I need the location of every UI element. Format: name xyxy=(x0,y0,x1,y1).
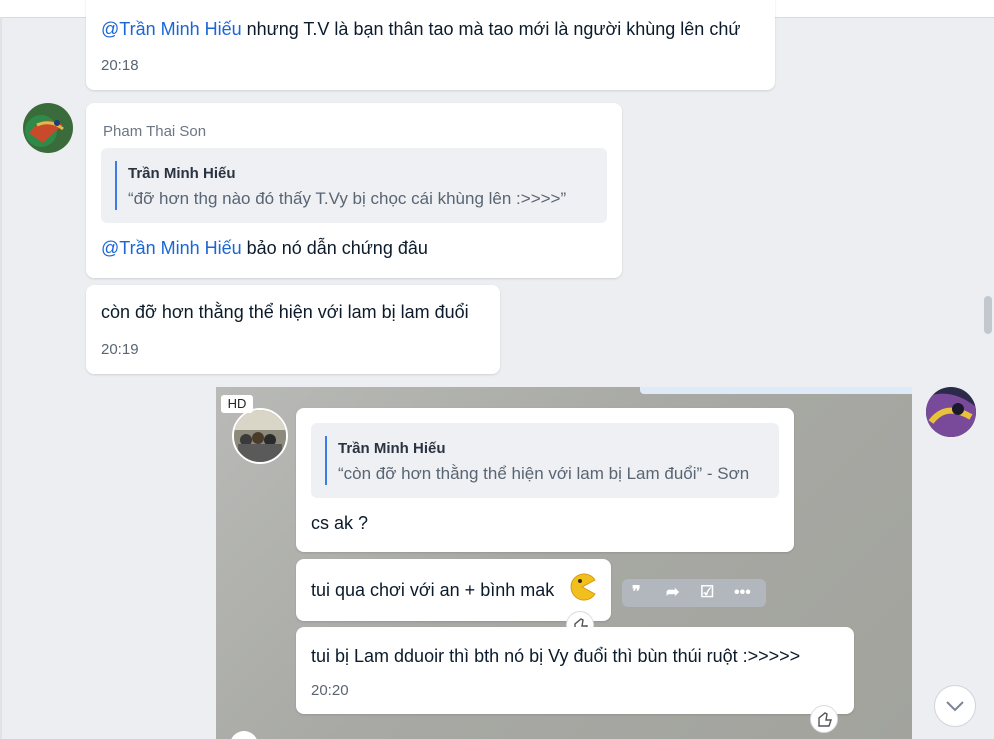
avatar[interactable] xyxy=(23,103,73,153)
quote-bar xyxy=(115,161,117,210)
scrollbar-thumb[interactable] xyxy=(984,296,992,334)
message-text: cs ak ? xyxy=(311,513,369,533)
left-panel-edge xyxy=(0,17,2,739)
message-text: còn đỡ hơn thằng thể hiện với lam bị lam… xyxy=(101,302,469,322)
sender-name: Pham Thai Son xyxy=(103,123,207,140)
message-text: @Trần Minh Hiếu bảo nó dẫn chứng đâu xyxy=(101,238,428,258)
chevron-down-icon xyxy=(946,701,964,712)
quote-sender: Trần Minh Hiếu xyxy=(128,165,236,182)
reply-icon xyxy=(230,731,258,739)
inner-message-bubble: tui bị Lam dduoir thì bth nó bị Vy đuổi … xyxy=(296,627,854,714)
more-icon: ••• xyxy=(734,584,751,601)
message-bubble[interactable]: Pham Thai Son Trần Minh Hiếu “đỡ hơn thg… xyxy=(86,103,622,278)
quote-sender: Trần Minh Hiếu xyxy=(338,440,446,457)
message-bubble[interactable]: còn đỡ hơn thằng thể hiện với lam bị lam… xyxy=(86,285,500,374)
avatar[interactable] xyxy=(926,387,976,437)
avatar xyxy=(232,408,288,464)
forward-icon: ➦ xyxy=(666,584,680,601)
message-text: tui bị Lam dduoir thì bth nó bị Vy đuổi … xyxy=(311,646,801,666)
scroll-to-bottom-button[interactable] xyxy=(934,685,976,727)
hd-badge: HD xyxy=(221,395,253,413)
quote-text: “còn đỡ hơn thằng thể hiện với lam bị La… xyxy=(338,464,750,483)
mention-link[interactable]: @Trần Minh Hiếu xyxy=(101,19,242,39)
quoted-message[interactable]: Trần Minh Hiếu “đỡ hơn thg nào đó thấy T… xyxy=(101,148,607,223)
image-top-highlight xyxy=(640,387,912,394)
quote-text: “đỡ hơn thg nào đó thấy T.Vy bị chọc cái… xyxy=(128,189,567,208)
message-bubble[interactable]: @Trần Minh Hiếu nhưng T.V là bạn thân ta… xyxy=(86,0,775,90)
message-time: 20:19 xyxy=(101,341,139,358)
mention-link[interactable]: @Trần Minh Hiếu xyxy=(101,238,242,258)
like-reaction-button xyxy=(810,705,838,733)
message-actions-toolbar: ❞ ➦ ☑ ••• xyxy=(622,579,766,607)
quote-icon: ❞ xyxy=(632,584,641,601)
quoted-message: Trần Minh Hiếu “còn đỡ hơn thằng thể hiệ… xyxy=(311,423,779,498)
message-time: 20:18 xyxy=(101,57,139,74)
inner-message-bubble: tui qua chơi với an + bình mak xyxy=(296,559,611,621)
quote-bar xyxy=(325,436,327,485)
inner-message-bubble: Trần Minh Hiếu “còn đỡ hơn thằng thể hiệ… xyxy=(296,408,794,552)
image-message[interactable]: Trần Minh Hiếu “còn đỡ hơn thằng thể hiệ… xyxy=(216,387,912,739)
pacman-emoji-icon xyxy=(568,573,596,601)
add-task-icon: ☑ xyxy=(700,584,715,601)
message-time: 20:20 xyxy=(311,682,349,699)
message-text: tui qua chơi với an + bình mak xyxy=(311,580,555,600)
message-text: @Trần Minh Hiếu nhưng T.V là bạn thân ta… xyxy=(101,19,741,39)
